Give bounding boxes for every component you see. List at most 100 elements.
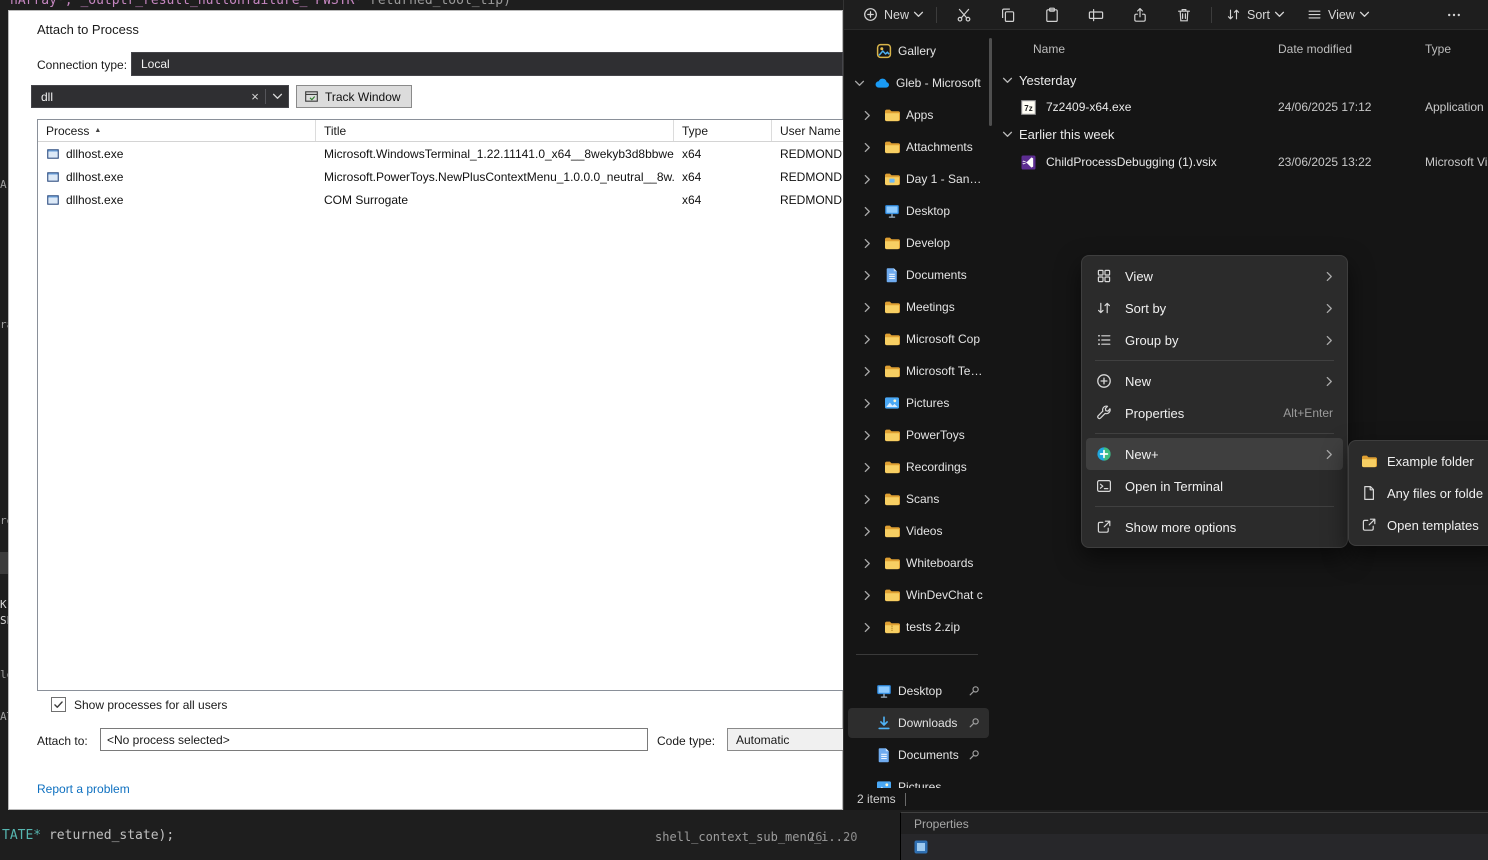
- menu-item-view[interactable]: View: [1086, 260, 1343, 292]
- chevron-right-icon[interactable]: [864, 270, 871, 281]
- sidebar-item-windevchat[interactable]: WinDevChat c: [848, 580, 989, 610]
- menu-item-new-plus[interactable]: New+: [1086, 438, 1343, 470]
- new-button[interactable]: New: [854, 2, 931, 28]
- column-header-title[interactable]: Title: [316, 120, 674, 141]
- see-more-button[interactable]: [1432, 2, 1476, 28]
- sidebar-item-powertoys[interactable]: PowerToys: [848, 420, 989, 450]
- chevron-down-icon: [1002, 77, 1013, 84]
- submenu-item-open-templates[interactable]: Open templates: [1353, 509, 1488, 541]
- chevron-right-icon[interactable]: [864, 494, 871, 505]
- sidebar-item-tests-zip[interactable]: tests 2.zip: [848, 612, 989, 642]
- chevron-down-icon[interactable]: [854, 80, 865, 87]
- group-header-earlier-this-week[interactable]: Earlier this week: [1004, 124, 1114, 144]
- sidebar-item-day1[interactable]: Day 1 - Sangee: [848, 164, 989, 194]
- process-filter-input[interactable]: dll ×: [31, 85, 289, 108]
- file-row[interactable]: 7z2409-x64.exe 24/06/2025 17:12 Applicat…: [1001, 96, 1488, 120]
- submenu-item-example-folder[interactable]: Example folder: [1353, 445, 1488, 477]
- sidebar-item-label: Documents: [906, 268, 986, 282]
- sidebar-scrollbar[interactable]: [989, 38, 992, 126]
- chevron-right-icon[interactable]: [864, 174, 871, 185]
- pin-icon: [968, 717, 980, 729]
- sidebar-item-label: Pictures: [906, 396, 986, 410]
- sidebar-pinned-downloads[interactable]: Downloads: [848, 708, 989, 738]
- sidebar-item-microsoft-copilot[interactable]: Microsoft Cop: [848, 324, 989, 354]
- chevron-right-icon[interactable]: [864, 238, 871, 249]
- cut-button[interactable]: [942, 2, 986, 28]
- group-header-yesterday[interactable]: Yesterday: [1004, 70, 1076, 90]
- chevron-right-icon[interactable]: [864, 430, 871, 441]
- paste-button[interactable]: [1030, 2, 1074, 28]
- sidebar-item-microsoft-teams[interactable]: Microsoft Team: [848, 356, 989, 386]
- show-all-users-checkbox[interactable]: [51, 697, 66, 712]
- menu-item-sort-by[interactable]: Sort by: [1086, 292, 1343, 324]
- chevron-right-icon[interactable]: [864, 622, 871, 633]
- sidebar-pinned-desktop[interactable]: Desktop: [848, 676, 989, 706]
- menu-item-properties[interactable]: Properties Alt+Enter: [1086, 397, 1343, 429]
- track-window-button[interactable]: Track Window: [296, 85, 412, 108]
- share-button[interactable]: [1118, 2, 1162, 28]
- column-header-process[interactable]: Process ▲: [38, 120, 316, 141]
- sidebar-item-desktop[interactable]: Desktop: [848, 196, 989, 226]
- connection-type-dropdown[interactable]: Local: [131, 52, 843, 76]
- column-header-user-name[interactable]: User Name: [772, 120, 843, 141]
- plus-circle-icon: [1096, 373, 1112, 389]
- column-header-type[interactable]: Type: [1425, 42, 1451, 56]
- sidebar-divider: [856, 654, 978, 655]
- chevron-right-icon[interactable]: [864, 110, 871, 121]
- sidebar-item-pictures[interactable]: Pictures: [848, 388, 989, 418]
- menu-item-show-more-options[interactable]: Show more options: [1086, 511, 1343, 543]
- delete-button[interactable]: [1162, 2, 1206, 28]
- chevron-right-icon[interactable]: [864, 398, 871, 409]
- sidebar-item-apps[interactable]: Apps: [848, 100, 989, 130]
- column-header-date-modified[interactable]: Date modified: [1278, 42, 1352, 56]
- sidebar-item-attachments[interactable]: Attachments: [848, 132, 989, 162]
- menu-item-label: New: [1125, 374, 1151, 389]
- chevron-right-icon[interactable]: [864, 334, 871, 345]
- sidebar-item-whiteboards[interactable]: Whiteboards: [848, 548, 989, 578]
- menu-item-open-in-terminal[interactable]: Open in Terminal: [1086, 470, 1343, 502]
- chevron-right-icon[interactable]: [864, 558, 871, 569]
- clear-filter-icon[interactable]: ×: [245, 89, 265, 104]
- sidebar-item-recordings[interactable]: Recordings: [848, 452, 989, 482]
- plus-icon: [863, 7, 878, 22]
- sidebar-item-scans[interactable]: Scans: [848, 484, 989, 514]
- process-row[interactable]: dllhost.exe Microsoft.PowerToys.NewPlusC…: [38, 165, 843, 188]
- folder-icon: [884, 459, 900, 475]
- code-line: TATE* returned_state);: [2, 828, 174, 843]
- sidebar-item-documents[interactable]: Documents: [848, 260, 989, 290]
- menu-item-label: Properties: [1125, 406, 1184, 421]
- chevron-right-icon[interactable]: [864, 526, 871, 537]
- view-button[interactable]: View: [1298, 2, 1377, 28]
- file-row[interactable]: ChildProcessDebugging (1).vsix 23/06/202…: [1001, 151, 1488, 175]
- process-row[interactable]: dllhost.exe COM Surrogate x64 REDMOND: [38, 188, 843, 211]
- chevron-right-icon[interactable]: [864, 462, 871, 473]
- report-a-problem-link[interactable]: Report a problem: [37, 782, 130, 796]
- rename-button[interactable]: [1074, 2, 1118, 28]
- process-row[interactable]: dllhost.exe Microsoft.WindowsTerminal_1.…: [38, 142, 843, 165]
- sort-button[interactable]: Sort: [1217, 2, 1292, 28]
- sidebar-pinned-documents[interactable]: Documents: [848, 740, 989, 770]
- chevron-right-icon[interactable]: [864, 206, 871, 217]
- chevron-right-icon[interactable]: [864, 142, 871, 153]
- sidebar-item-gallery[interactable]: Gallery: [848, 36, 989, 66]
- column-header-type[interactable]: Type: [674, 120, 772, 141]
- chevron-right-icon[interactable]: [864, 366, 871, 377]
- sidebar-item-meetings[interactable]: Meetings: [848, 292, 989, 322]
- submenu-item-any-files[interactable]: Any files or folde: [1353, 477, 1488, 509]
- column-header-name[interactable]: Name: [1033, 42, 1065, 56]
- copy-button[interactable]: [986, 2, 1030, 28]
- menu-item-group-by[interactable]: Group by: [1086, 324, 1343, 356]
- menu-item-new[interactable]: New: [1086, 365, 1343, 397]
- sort-arrows-icon: [1226, 7, 1241, 22]
- chevron-right-icon[interactable]: [864, 302, 871, 313]
- code-type-dropdown[interactable]: Automatic: [727, 728, 844, 751]
- sidebar-item-onedrive[interactable]: Gleb - Microsoft: [848, 68, 989, 98]
- sidebar-item-develop[interactable]: Develop: [848, 228, 989, 258]
- chevron-down-icon[interactable]: [266, 91, 288, 102]
- trash-icon: [1176, 7, 1192, 23]
- chevron-right-icon[interactable]: [864, 590, 871, 601]
- app-icon[interactable]: [913, 839, 929, 855]
- sidebar-item-videos[interactable]: Videos: [848, 516, 989, 546]
- attach-to-field[interactable]: [100, 728, 648, 751]
- attach-to-label: Attach to:: [37, 734, 88, 748]
